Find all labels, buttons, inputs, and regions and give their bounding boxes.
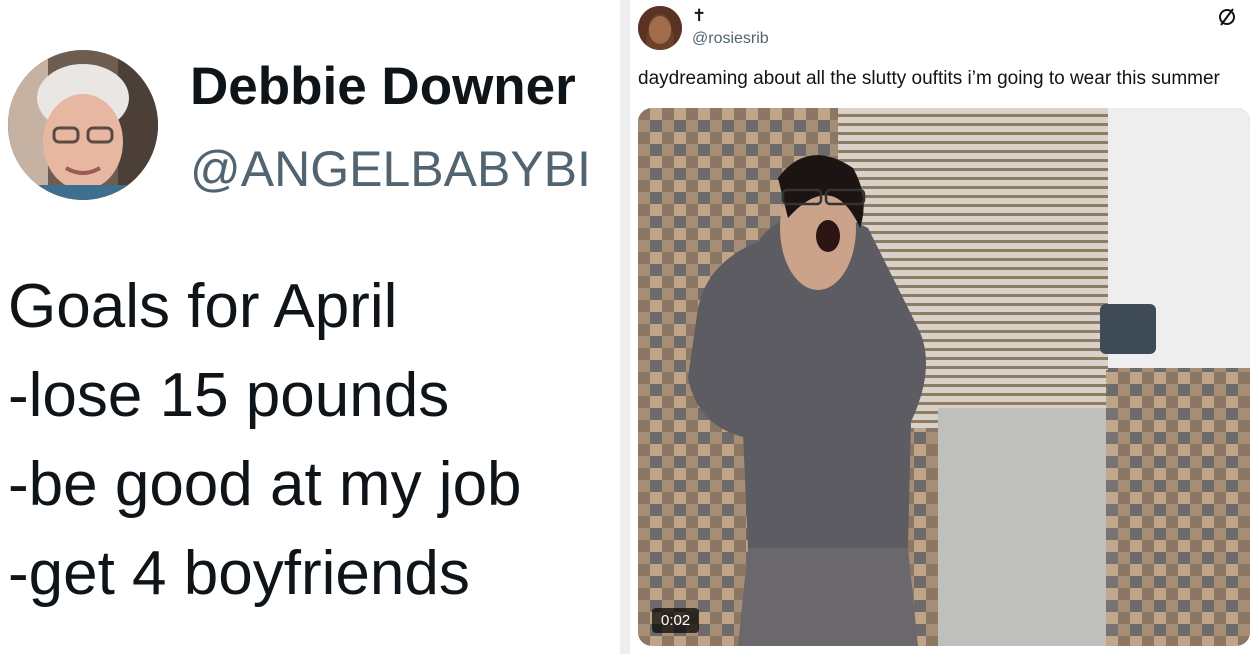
display-name[interactable]: ✝: [692, 6, 706, 26]
user-handle[interactable]: @ANGELBABYBI: [190, 140, 591, 198]
panel-divider: [620, 0, 630, 654]
right-tweet-panel: ✝ @rosiesrib daydreaming about all the s…: [630, 0, 1250, 654]
video-duration: 0:02: [652, 608, 700, 633]
tweet-body: Goals for April -lose 15 pounds -be good…: [8, 262, 522, 618]
avatar[interactable]: [638, 6, 682, 50]
elderly-woman-photo: [8, 50, 158, 200]
profile-photo: [638, 6, 682, 50]
avatar[interactable]: [8, 50, 158, 200]
tweet-line: -be good at my job: [8, 450, 522, 519]
circle-slash-icon[interactable]: [1216, 6, 1238, 28]
tweet-line: Goals for April: [8, 272, 398, 341]
display-name[interactable]: Debbie Downer: [190, 56, 576, 117]
video-frame: [638, 108, 1250, 646]
user-handle[interactable]: @rosiesrib: [692, 30, 769, 48]
video-player[interactable]: 0:02: [638, 108, 1250, 646]
tweet-line: -lose 15 pounds: [8, 361, 450, 430]
left-tweet-panel: Debbie Downer @ANGELBABYBI Goals for Apr…: [0, 0, 620, 654]
tweet-line: -get 4 boyfriends: [8, 539, 470, 608]
tweet-text: daydreaming about all the slutty ouftits…: [638, 68, 1220, 89]
